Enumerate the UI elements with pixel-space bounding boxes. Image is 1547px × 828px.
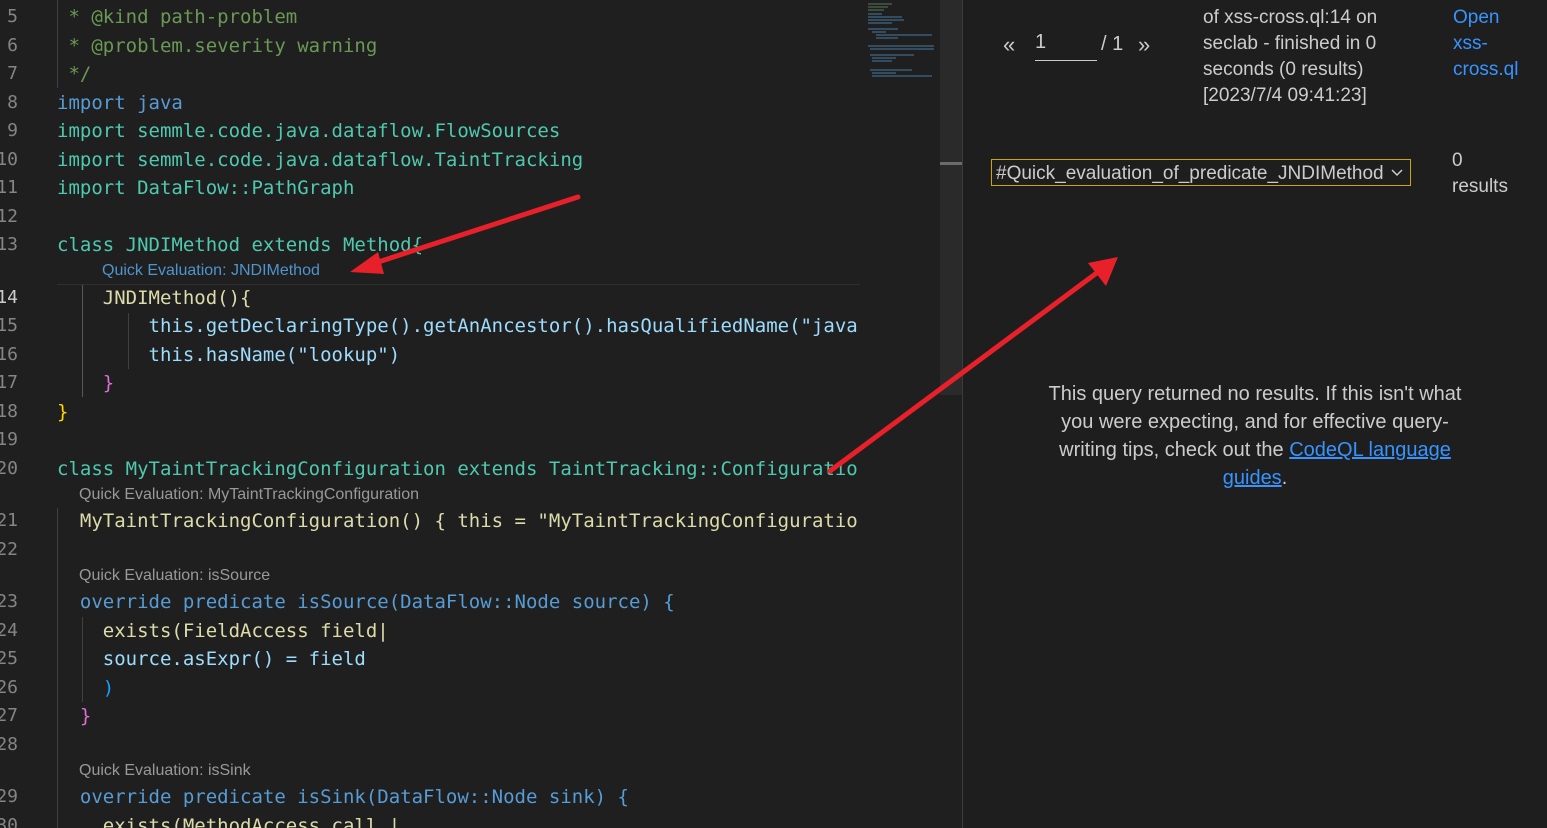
minimap[interactable] (862, 0, 940, 828)
code-text: exists(FieldAccess field| (57, 620, 389, 642)
result-set-select[interactable]: #Quick_evaluation_of_predicate_JNDIMetho… (991, 159, 1411, 186)
code-text: import semmle.code.java.dataflow.TaintTr… (57, 149, 584, 171)
quick-eval-jndimethod-link[interactable]: Quick Evaluation: JNDIMethod (102, 262, 320, 280)
open-query-link[interactable]: Open xss- cross.ql (1453, 5, 1533, 83)
code-text: override predicate isSource(DataFlow::No… (57, 591, 675, 613)
code-text: */ (57, 63, 92, 85)
result-count: 0 results (1452, 148, 1508, 200)
no-results-suffix: . (1281, 467, 1288, 489)
quick-eval-issource-link[interactable]: Quick Evaluation: isSource (79, 567, 270, 585)
code-text: } (57, 372, 115, 394)
code-text: this.getDeclaringType().getAnAncestor().… (57, 315, 858, 337)
query-results-panel: « 1 / 1 » of xss-cross.ql:14 on seclab -… (963, 0, 1547, 828)
open-link-line: cross.ql (1453, 59, 1519, 80)
code-text: class MyTaintTrackingConfiguration exten… (57, 458, 858, 480)
code-text: MyTaintTrackingConfiguration() { this = … (57, 510, 858, 532)
query-info: of xss-cross.ql:14 on seclab - finished … (1203, 5, 1423, 109)
query-info-line: seconds (0 results) (1203, 59, 1364, 80)
next-page-button[interactable]: » (1138, 32, 1150, 58)
code-text: exists(MethodAccess call | (57, 815, 401, 828)
result-count-label: results (1452, 176, 1508, 197)
chevron-down-icon (1390, 160, 1404, 195)
page-total: / 1 (1101, 33, 1124, 55)
no-results-message: This query returned no results. If this … (1033, 380, 1477, 492)
code-text: import java (57, 92, 183, 114)
code-text: source.asExpr() = field (57, 648, 366, 670)
query-info-line: [2023/7/4 09:41:23] (1203, 85, 1367, 106)
query-info-line: seclab - finished in 0 (1203, 33, 1377, 54)
code-text: } (57, 401, 69, 423)
page-number-input[interactable]: 1 (1035, 26, 1097, 61)
code-editor[interactable]: 5 * @kind path-problem 6 * @problem.seve… (0, 0, 860, 828)
quick-eval-config-link[interactable]: Quick Evaluation: MyTaintTrackingConfigu… (79, 486, 419, 504)
code-text: * @kind path-problem (57, 6, 298, 28)
minimap-preview (868, 3, 934, 77)
result-count-number: 0 (1452, 150, 1463, 171)
open-link-line: Open (1453, 7, 1500, 28)
editor-scrollbar[interactable] (940, 0, 962, 395)
code-text: class JNDIMethod extends Method{ (57, 234, 424, 256)
quick-eval-issink-link[interactable]: Quick Evaluation: isSink (79, 762, 251, 780)
open-link-line: xss- (1453, 33, 1488, 54)
code-text: JNDIMethod(){ (57, 287, 252, 309)
previous-page-button[interactable]: « (1003, 32, 1015, 58)
code-text: import semmle.code.java.dataflow.FlowSou… (57, 120, 561, 142)
code-text: this.hasName("lookup") (57, 344, 401, 366)
scrollbar-cursor-marker (940, 162, 962, 165)
code-text: * @problem.severity warning (57, 35, 378, 57)
code-text: } (57, 705, 92, 727)
code-text: ) (57, 677, 115, 699)
code-text: override predicate isSink(DataFlow::Node… (57, 786, 629, 808)
result-set-selected-value: #Quick_evaluation_of_predicate_JNDIMetho… (996, 163, 1384, 184)
query-info-line: of xss-cross.ql:14 on (1203, 7, 1378, 28)
code-text: import DataFlow::PathGraph (57, 177, 355, 199)
